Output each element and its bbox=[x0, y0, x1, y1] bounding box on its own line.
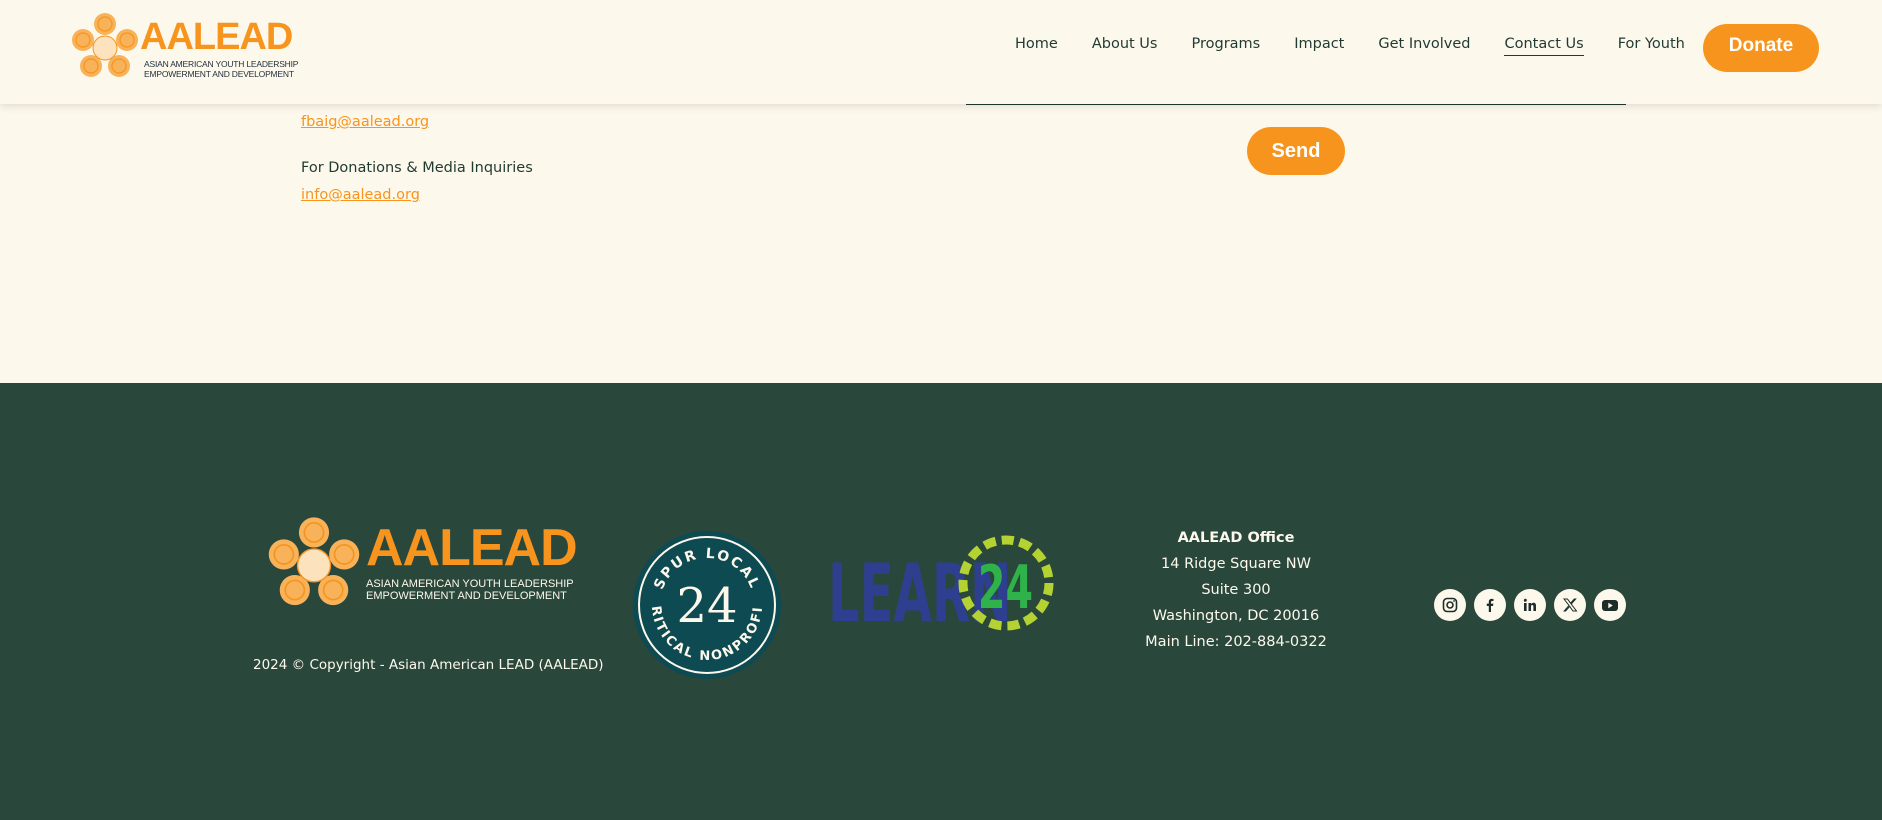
nav-impact[interactable]: Impact bbox=[1294, 36, 1344, 56]
office-info: AALEAD Office 14 Ridge Square NW Suite 3… bbox=[1116, 530, 1356, 660]
nav-programs[interactable]: Programs bbox=[1191, 36, 1260, 56]
logo-wordmark: AALEAD bbox=[140, 16, 293, 58]
site-header: AALEAD ASIAN AMERICAN YOUTH LEADERSHIP E… bbox=[0, 0, 1882, 104]
send-button[interactable]: Send bbox=[1247, 127, 1345, 175]
aalead-logo[interactable]: AALEAD ASIAN AMERICAN YOUTH LEADERSHIP E… bbox=[70, 12, 298, 82]
office-address-line: 14 Ridge Square NW bbox=[1161, 556, 1311, 572]
logo-subtitle-line: EMPOWERMENT AND DEVELOPMENT bbox=[144, 69, 294, 79]
email-link-fbaig[interactable]: fbaig@aalead.org bbox=[301, 114, 429, 130]
donate-button[interactable]: Donate bbox=[1703, 24, 1819, 72]
linkedin-icon bbox=[1523, 598, 1536, 611]
main-nav: Home About Us Programs Impact Get Involv… bbox=[1015, 36, 1719, 56]
social-links bbox=[1434, 589, 1626, 621]
facebook-icon bbox=[1486, 598, 1494, 612]
nav-home[interactable]: Home bbox=[1015, 36, 1058, 56]
learn24-logo[interactable]: LEARN 24 bbox=[828, 535, 1058, 635]
logo-subtitle: ASIAN AMERICAN YOUTH LEADERSHIP EMPOWERM… bbox=[144, 59, 298, 79]
x-link[interactable] bbox=[1554, 589, 1586, 621]
facebook-link[interactable] bbox=[1474, 589, 1506, 621]
instagram-icon bbox=[1442, 597, 1458, 613]
footer-logo-subtitle-line: EMPOWERMENT AND DEVELOPMENT bbox=[366, 590, 567, 602]
footer-logo-subtitle: ASIAN AMERICAN YOUTH LEADERSHIP EMPOWERM… bbox=[366, 578, 574, 602]
instagram-link[interactable] bbox=[1434, 589, 1466, 621]
copyright-text: 2024 © Copyright - Asian American LEAD (… bbox=[253, 657, 604, 673]
office-address-line: Washington, DC 20016 bbox=[1152, 608, 1320, 624]
donations-media-label: For Donations & Media Inquiries bbox=[301, 160, 533, 176]
email-link-info[interactable]: info@aalead.org bbox=[301, 187, 420, 203]
youtube-link[interactable] bbox=[1594, 589, 1626, 621]
footer-aalead-logo[interactable]: AALEAD ASIAN AMERICAN YOUTH LEADERSHIP E… bbox=[266, 516, 578, 616]
linkedin-link[interactable] bbox=[1514, 589, 1546, 621]
youtube-icon bbox=[1602, 600, 1618, 611]
spur-local-badge[interactable]: SPUR LOCAL CRITICAL NONPROFIT 24 bbox=[632, 530, 782, 680]
message-field-underline[interactable] bbox=[966, 104, 1626, 105]
contact-section: fbaig@aalead.org For Donations & Media I… bbox=[0, 104, 1882, 383]
nav-about-us[interactable]: About Us bbox=[1092, 36, 1158, 56]
learn-number: 24 bbox=[978, 553, 1033, 623]
badge-number: 24 bbox=[676, 578, 737, 634]
office-title: AALEAD Office bbox=[1177, 530, 1295, 546]
flower-logo-icon bbox=[72, 13, 138, 77]
x-icon bbox=[1562, 598, 1578, 612]
site-footer: AALEAD ASIAN AMERICAN YOUTH LEADERSHIP E… bbox=[0, 383, 1882, 820]
nav-for-youth[interactable]: For Youth bbox=[1618, 36, 1685, 56]
office-address-line: Suite 300 bbox=[1201, 582, 1271, 598]
nav-contact-us[interactable]: Contact Us bbox=[1504, 36, 1584, 56]
logo-subtitle-line: ASIAN AMERICAN YOUTH LEADERSHIP bbox=[144, 59, 299, 69]
footer-logo-subtitle-line: ASIAN AMERICAN YOUTH LEADERSHIP bbox=[366, 578, 574, 590]
flower-logo-icon bbox=[268, 517, 360, 606]
office-phone: Main Line: 202-884-0322 bbox=[1145, 634, 1327, 650]
footer-logo-wordmark: AALEAD bbox=[366, 519, 578, 577]
nav-get-involved[interactable]: Get Involved bbox=[1378, 36, 1470, 56]
